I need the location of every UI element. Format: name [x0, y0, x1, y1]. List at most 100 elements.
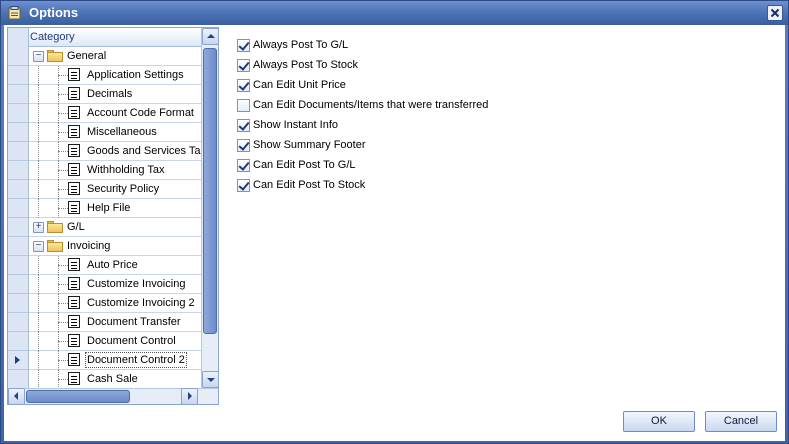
dialog-client-area: Category − General Application Settings Dec… [4, 25, 785, 441]
horizontal-scroll-thumb[interactable] [26, 390, 130, 403]
option-label: Can Edit Documents/Items that were trans… [253, 99, 489, 111]
tree-row[interactable]: Goods and Services Tax [29, 142, 206, 161]
tree-row[interactable]: Auto Price [29, 256, 201, 275]
tree-item-label: Account Code Format [87, 107, 194, 119]
scroll-up-button[interactable] [202, 28, 218, 45]
tree-row[interactable]: − Invoicing [29, 237, 201, 256]
vertical-scroll-thumb[interactable] [203, 48, 217, 334]
document-icon [68, 182, 80, 195]
document-icon [68, 353, 80, 366]
tree-folder-label: Invoicing [67, 240, 111, 252]
row-indicator[interactable] [8, 332, 28, 351]
row-indicator[interactable] [8, 142, 28, 161]
row-indicator[interactable] [8, 275, 28, 294]
cancel-button[interactable]: Cancel [705, 411, 777, 432]
tree-item-label: Auto Price [87, 259, 138, 271]
row-indicator[interactable] [8, 180, 28, 199]
options-window: Options Category − General Application Set… [0, 0, 789, 444]
row-indicator[interactable] [8, 47, 28, 66]
document-icon [68, 315, 80, 328]
tree-row[interactable]: Decimals [29, 85, 201, 104]
row-indicator[interactable] [8, 199, 28, 218]
document-icon [68, 201, 80, 214]
row-indicator[interactable] [8, 123, 28, 142]
option-label: Can Edit Post To Stock [253, 179, 366, 191]
tree-row[interactable]: Document Transfer [29, 313, 201, 332]
tree-item-label: Withholding Tax [87, 164, 165, 176]
option-label: Always Post To Stock [253, 59, 358, 71]
row-indicator[interactable] [8, 370, 28, 389]
scroll-right-button[interactable] [181, 388, 198, 404]
checkbox-checked[interactable] [237, 159, 250, 172]
title-bar[interactable]: Options [1, 1, 788, 25]
option-label: Can Edit Post To G/L [253, 159, 356, 171]
category-column-header[interactable]: Category [29, 28, 201, 47]
tree-row[interactable]: Cash Sale [29, 370, 201, 389]
document-icon [68, 334, 80, 347]
close-button[interactable] [767, 5, 783, 21]
ok-button[interactable]: OK [623, 411, 695, 432]
row-indicator[interactable] [8, 351, 28, 370]
tree-row[interactable]: Miscellaneous [29, 123, 201, 142]
row-indicator[interactable] [8, 104, 28, 123]
row-indicator[interactable] [8, 256, 28, 275]
chevron-up-icon [207, 34, 215, 38]
tree-vertical-scrollbar[interactable] [201, 28, 218, 388]
row-indicator[interactable] [8, 313, 28, 332]
folder-icon [47, 240, 63, 252]
checkbox-checked[interactable] [237, 59, 250, 72]
scroll-down-button[interactable] [202, 371, 218, 388]
document-icon [68, 277, 80, 290]
tree-horizontal-scrollbar[interactable] [8, 388, 218, 404]
option-label: Always Post To G/L [253, 39, 349, 51]
tree-row[interactable]: Security Policy [29, 180, 201, 199]
options-window-icon [8, 6, 22, 20]
tree-item-label: Customize Invoicing 2 [87, 297, 195, 309]
tree-item-label: Help File [87, 202, 131, 214]
tree-item-label: Document Control 2 [85, 352, 187, 368]
checkbox-checked[interactable] [237, 139, 250, 152]
tree-row[interactable]: Account Code Format [29, 104, 201, 123]
checkbox-checked[interactable] [237, 79, 250, 92]
option-label: Show Summary Footer [253, 139, 366, 151]
collapse-icon[interactable]: − [33, 241, 44, 252]
expand-icon[interactable]: + [33, 222, 44, 233]
tree-row[interactable]: Withholding Tax [29, 161, 201, 180]
checkbox-unchecked[interactable] [237, 99, 250, 112]
scroll-left-button[interactable] [8, 388, 25, 404]
tree-item-label: Customize Invoicing [87, 278, 186, 290]
row-indicator[interactable] [8, 66, 28, 85]
tree-row[interactable]: Customize Invoicing [29, 275, 201, 294]
row-indicator[interactable] [8, 218, 28, 237]
tree-row[interactable]: Help File [29, 199, 201, 218]
checkbox-checked[interactable] [237, 39, 250, 52]
tree-row[interactable]: Customize Invoicing 2 [29, 294, 201, 313]
row-indicator[interactable] [8, 237, 28, 256]
tree-item-label: Cash Sale [87, 373, 138, 385]
row-indicator-column [8, 28, 29, 389]
tree-row[interactable]: Document Control [29, 332, 201, 351]
tree-row[interactable]: Document Control 2 [29, 351, 201, 370]
tree-row[interactable]: − General [29, 47, 201, 66]
tree-row[interactable]: + G/L [29, 218, 201, 237]
tree-row[interactable]: Application Settings [29, 66, 201, 85]
category-tree[interactable]: Category − General Application Settings Dec… [7, 27, 219, 405]
chevron-down-icon [207, 378, 215, 382]
checkbox-checked[interactable] [237, 119, 250, 132]
row-indicator[interactable] [8, 85, 28, 104]
chevron-right-icon [188, 392, 192, 400]
collapse-icon[interactable]: − [33, 51, 44, 62]
tree-item-label: Goods and Services Tax [87, 145, 207, 157]
row-indicator[interactable] [8, 294, 28, 313]
tree-item-label: Document Control [87, 335, 176, 347]
document-icon [68, 68, 80, 81]
document-icon [68, 372, 80, 385]
tree-item-label: Security Policy [87, 183, 160, 195]
tree-folder-label: General [67, 50, 107, 62]
document-icon [68, 106, 80, 119]
row-indicator[interactable] [8, 161, 28, 180]
checkbox-checked[interactable] [237, 179, 250, 192]
tree-item-label: Miscellaneous [87, 126, 157, 138]
option-label: Show Instant Info [253, 119, 338, 131]
document-icon [68, 163, 80, 176]
